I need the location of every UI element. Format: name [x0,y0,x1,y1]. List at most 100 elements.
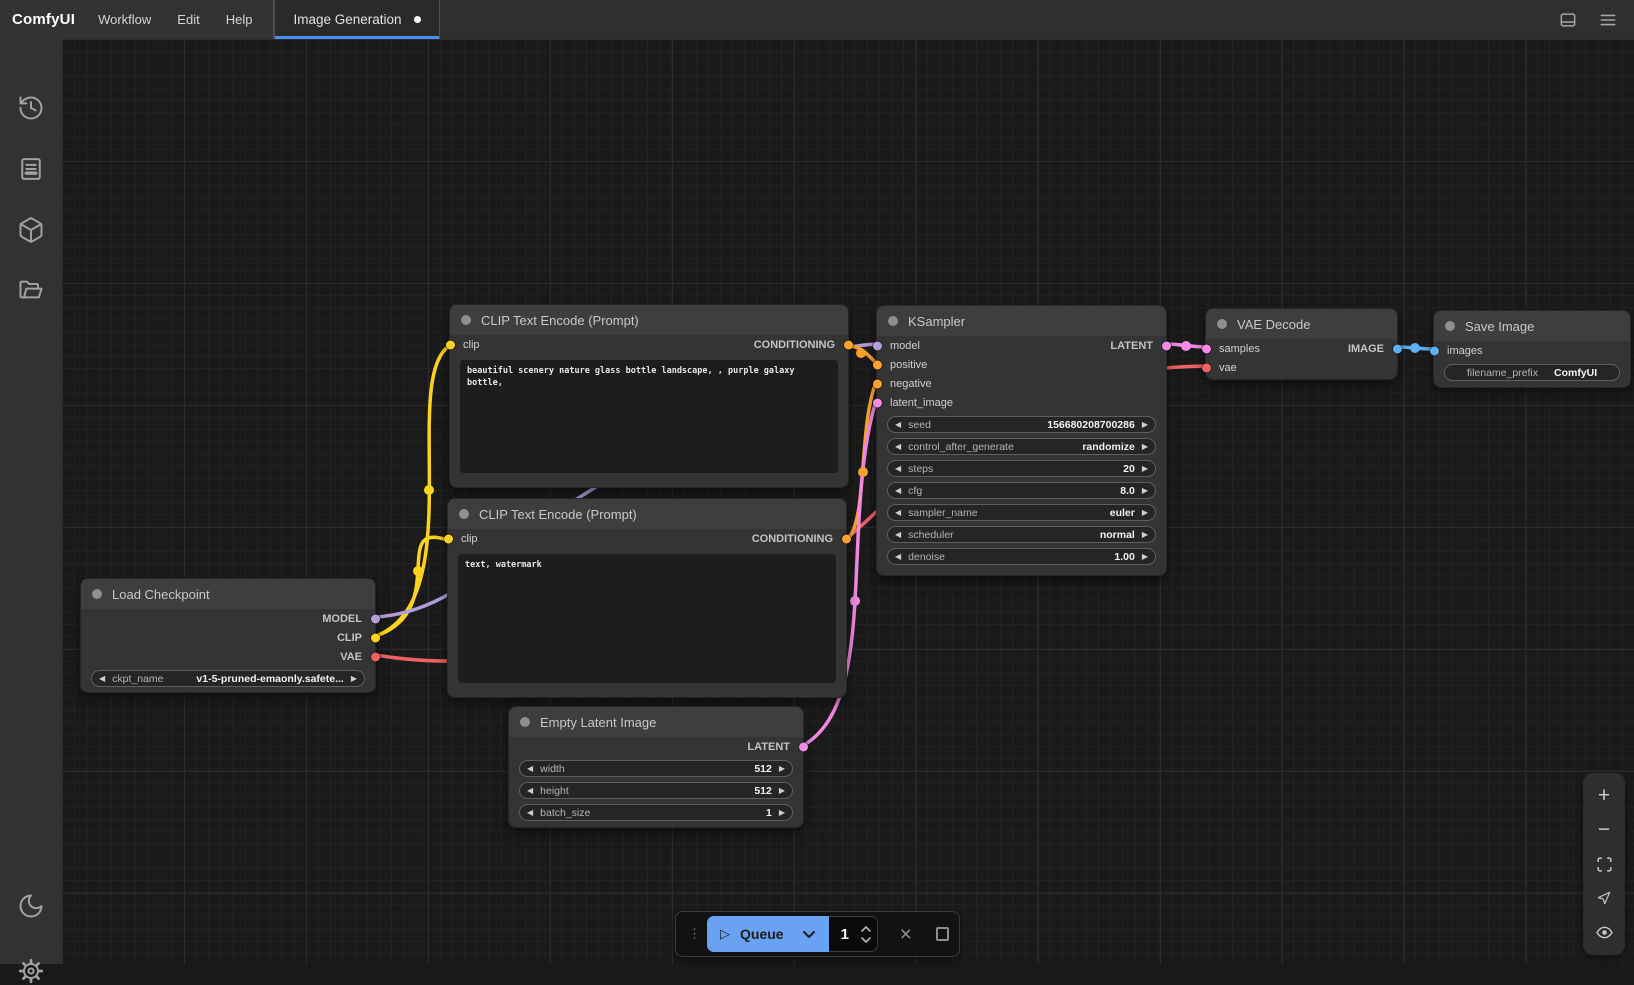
queue-run-button[interactable]: ▷ Queue [707,916,829,952]
comfyui-logo[interactable]: ComfyUI [12,11,75,28]
node-vae-decode[interactable]: VAE Decode samples IMAGE vae [1205,308,1398,380]
output-dot-image[interactable] [1393,344,1402,353]
node-clip-text-encode-positive[interactable]: CLIP Text Encode (Prompt) clip CONDITION… [449,304,849,488]
cfg-widget[interactable]: ◀ cfg 8.0 ▶ [887,482,1156,499]
decrement-arrow-icon[interactable]: ◀ [895,553,901,561]
increment-arrow-icon[interactable]: ▶ [779,787,785,795]
decrement-arrow-icon[interactable]: ◀ [895,509,901,517]
node-header[interactable]: Empty Latent Image [509,707,803,737]
zoom-out-icon[interactable]: − [1590,816,1618,844]
sampler-name-widget[interactable]: ◀ sampler_name euler ▶ [887,504,1156,521]
control-after-generate-widget[interactable]: ◀ control_after_generate randomize ▶ [887,438,1156,455]
model-library-icon[interactable] [17,216,45,244]
node-header[interactable]: VAE Decode [1206,309,1397,339]
menu-help[interactable]: Help [213,12,266,27]
output-dot-conditioning[interactable] [842,534,851,543]
increment-arrow-icon[interactable]: ▶ [1142,531,1148,539]
increment-arrow-icon[interactable]: ▶ [1142,421,1148,429]
increment-arrow-icon[interactable]: ▶ [779,765,785,773]
output-dot-vae[interactable] [371,652,380,661]
node-save-image[interactable]: Save Image images filename_prefix ComfyU… [1433,310,1631,388]
input-dot-latent-image[interactable] [873,398,882,407]
stop-icon[interactable] [936,927,949,941]
increment-arrow-icon[interactable]: ▶ [1142,465,1148,473]
height-widget[interactable]: ◀ height 512 ▶ [519,782,793,799]
output-dot-clip[interactable] [371,633,380,642]
node-header[interactable]: CLIP Text Encode (Prompt) [448,499,846,529]
settings-gear-icon[interactable] [17,957,45,985]
menu-workflow[interactable]: Workflow [85,12,164,27]
node-header[interactable]: CLIP Text Encode (Prompt) [450,305,848,335]
node-header[interactable]: Save Image [1434,311,1630,341]
decrement-arrow-icon[interactable]: ◀ [527,765,533,773]
input-dot-negative[interactable] [873,379,882,388]
output-dot-conditioning[interactable] [844,340,853,349]
decrement-arrow-icon[interactable]: ◀ [527,809,533,817]
node-header[interactable]: KSampler [877,306,1166,336]
denoise-widget[interactable]: ◀ denoise 1.00 ▶ [887,548,1156,565]
decrement-icon[interactable] [861,937,871,943]
input-dot-model[interactable] [873,341,882,350]
chevron-down-icon[interactable] [802,930,816,939]
main-menu-icon[interactable] [1598,10,1618,30]
collapse-dot[interactable] [461,315,471,325]
input-dot-clip[interactable] [444,534,453,543]
scheduler-widget[interactable]: ◀ scheduler normal ▶ [887,526,1156,543]
drag-handle-icon[interactable]: ⋮ [688,926,701,942]
prompt-textarea[interactable]: beautiful scenery nature glass bottle la… [460,360,838,473]
decrement-arrow-icon[interactable]: ◀ [895,487,901,495]
node-load-checkpoint[interactable]: Load Checkpoint MODEL CLIP VAE ◀ ckpt_na… [80,578,376,693]
increment-arrow-icon[interactable]: ▶ [779,809,785,817]
workflows-folder-icon[interactable] [17,277,45,305]
output-dot-latent[interactable] [799,742,808,751]
input-dot-vae[interactable] [1202,363,1211,372]
decrement-arrow-icon[interactable]: ◀ [895,465,901,473]
ckpt-name-widget[interactable]: ◀ ckpt_name v1-5-pruned-emaonly.safete..… [91,670,365,687]
batch-size-widget[interactable]: ◀ batch_size 1 ▶ [519,804,793,821]
node-clip-text-encode-negative[interactable]: CLIP Text Encode (Prompt) clip CONDITION… [447,498,847,698]
select-mode-icon[interactable] [1590,884,1618,912]
increment-icon[interactable] [861,926,871,932]
fit-view-icon[interactable] [1590,850,1618,878]
input-dot-clip[interactable] [446,340,455,349]
node-ksampler[interactable]: KSampler model LATENT positive negative … [876,305,1167,576]
collapse-dot[interactable] [92,589,102,599]
decrement-arrow-icon[interactable]: ◀ [895,421,901,429]
tab-image-generation[interactable]: Image Generation [274,0,439,39]
decrement-arrow-icon[interactable]: ◀ [99,675,105,683]
node-header[interactable]: Load Checkpoint [81,579,375,609]
theme-moon-icon[interactable] [17,892,45,920]
menu-edit[interactable]: Edit [164,12,212,27]
seed-widget[interactable]: ◀ seed 156680208700286 ▶ [887,416,1156,433]
toggle-link-visibility-icon[interactable] [1590,918,1618,946]
collapse-dot[interactable] [1217,319,1227,329]
increment-arrow-icon[interactable]: ▶ [1142,443,1148,451]
input-dot-positive[interactable] [873,360,882,369]
workflow-history-icon[interactable] [17,94,45,122]
prompt-textarea[interactable]: text, watermark [458,554,836,683]
collapse-dot[interactable] [459,509,469,519]
collapse-dot[interactable] [888,316,898,326]
input-dot-samples[interactable] [1202,344,1211,353]
node-canvas[interactable] [62,39,1634,964]
collapse-dot[interactable] [1445,321,1455,331]
increment-arrow-icon[interactable]: ▶ [1142,553,1148,561]
decrement-arrow-icon[interactable]: ◀ [895,531,901,539]
clear-queue-icon[interactable]: × [900,924,912,945]
zoom-in-icon[interactable]: + [1590,782,1618,810]
width-widget[interactable]: ◀ width 512 ▶ [519,760,793,777]
bottom-panel-toggle-icon[interactable] [1558,10,1578,30]
increment-arrow-icon[interactable]: ▶ [1142,509,1148,517]
batch-count-field[interactable]: 1 [829,916,878,952]
filename-prefix-widget[interactable]: filename_prefix ComfyUI [1444,364,1620,381]
collapse-dot[interactable] [520,717,530,727]
output-dot-model[interactable] [371,614,380,623]
increment-arrow-icon[interactable]: ▶ [351,675,357,683]
queue-list-icon[interactable] [17,155,45,183]
node-empty-latent-image[interactable]: Empty Latent Image LATENT ◀ width 512 ▶ … [508,706,804,828]
increment-arrow-icon[interactable]: ▶ [1142,487,1148,495]
output-dot-latent[interactable] [1162,341,1171,350]
input-dot-images[interactable] [1430,346,1439,355]
decrement-arrow-icon[interactable]: ◀ [527,787,533,795]
steps-widget[interactable]: ◀ steps 20 ▶ [887,460,1156,477]
